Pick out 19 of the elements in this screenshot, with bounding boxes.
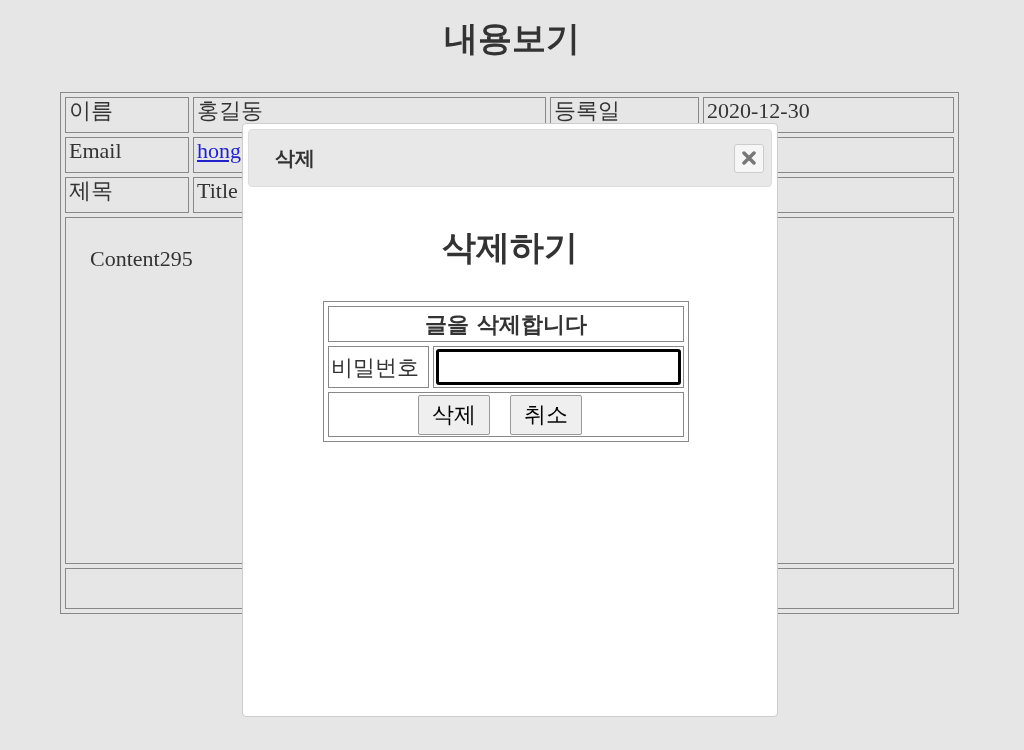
field-value: 홍길동: [197, 98, 263, 123]
field-value: Title: [197, 178, 238, 203]
field-label: 제목: [69, 178, 113, 203]
form-caption: 글을 삭제합니다: [425, 311, 587, 337]
email-link[interactable]: hong: [197, 138, 241, 163]
close-button[interactable]: [734, 143, 764, 173]
password-label: 비밀번호: [331, 354, 419, 380]
form-button[interactable]: 삭제: [418, 394, 490, 435]
post-content: Content295: [90, 246, 193, 271]
close-icon: [742, 151, 756, 165]
field-label: 이름: [69, 98, 113, 123]
field-label: Email: [69, 138, 122, 163]
form-button[interactable]: 취소: [510, 394, 582, 435]
dialog-heading: 삭제하기: [442, 226, 578, 269]
field-label: 등록일: [554, 98, 620, 123]
page-title: 내용보기: [444, 17, 580, 60]
password-field[interactable]: [436, 349, 681, 385]
field-value: 2020-12-30: [707, 98, 810, 123]
dialog-title: 삭제: [275, 145, 315, 172]
